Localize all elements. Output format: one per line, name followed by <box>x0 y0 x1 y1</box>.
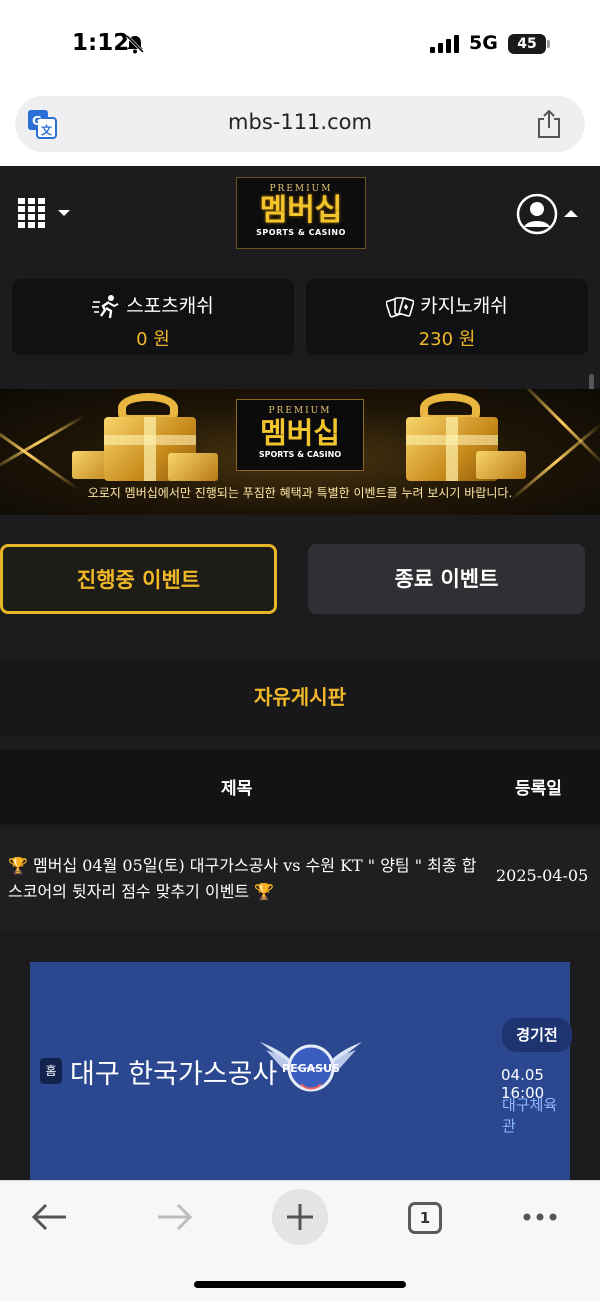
casino-cash-amount: 230 원 <box>418 329 476 350</box>
battery-icon: 45 <box>508 34 546 54</box>
gift-box-small <box>168 453 218 481</box>
table-header: 제목 등록일 <box>0 750 600 824</box>
column-date: 등록일 <box>515 779 562 799</box>
grid-menu-icon[interactable] <box>18 198 70 228</box>
banner-logo-premium: PREMIUM <box>268 406 332 416</box>
playing-cards-icon <box>386 296 415 318</box>
sports-cash-title: 스포츠캐쉬 <box>12 291 294 320</box>
url-text[interactable]: mbs-111.com <box>15 110 585 134</box>
sports-cash-card[interactable]: 스포츠캐쉬 0 원 <box>12 279 294 355</box>
casino-cash-title: 카지노캐쉬 <box>306 291 588 320</box>
match-image: 홈 대구 한국가스공사 PEGASUS 경기전 04.05 16:00 대구체육… <box>30 962 572 1180</box>
site-content: PREMIUM 멤버십 SPORTS & CASINO 스포츠캐쉬 0 원 카지… <box>0 166 600 1180</box>
emblem-text: PEGASUS <box>282 1062 340 1075</box>
home-indicator[interactable] <box>194 1281 406 1288</box>
post-subject[interactable]: 🏆 멤버십 04월 05일(토) 대구가스공사 vs 수원 KT " 양팀 " … <box>8 853 478 905</box>
banner-tagline: 오로지 멤버십에서만 진행되는 푸짐한 혜택과 특별한 이벤트를 누려 보시기 … <box>87 486 513 500</box>
sports-cash-label: 스포츠캐쉬 <box>126 295 214 317</box>
new-tab-plus-icon[interactable] <box>272 1189 328 1245</box>
gift-box-small <box>476 451 526 479</box>
column-subject: 제목 <box>221 779 253 799</box>
light-streak <box>518 389 600 467</box>
banner-logo-brand: 멤버십 <box>259 416 341 450</box>
table-row[interactable]: 🏆 멤버십 04월 05일(토) 대구가스공사 vs 수원 KT " 양팀 " … <box>0 829 600 931</box>
logo-sub: SPORTS & CASINO <box>256 228 346 237</box>
sports-cash-amount: 0 원 <box>136 329 170 350</box>
promo-banner[interactable]: PREMIUM 멤버십 SPORTS & CASINO 오로지 멤버십에서만 진… <box>0 389 600 515</box>
casino-cash-card[interactable]: 카지노캐쉬 230 원 <box>306 279 588 355</box>
tab-ongoing-events[interactable]: 진행중 이벤트 <box>0 544 277 614</box>
post-date: 2025-04-05 <box>496 866 589 885</box>
banner-logo: PREMIUM 멤버십 SPORTS & CASINO <box>236 399 364 471</box>
home-badge: 홈 <box>40 1058 62 1084</box>
address-bar[interactable]: G 文 mbs-111.com <box>15 96 585 152</box>
more-options-icon[interactable] <box>514 1195 568 1239</box>
match-venue: 대구체육관 <box>502 1096 558 1135</box>
team-name: 대구 한국가스공사 <box>70 1059 278 1090</box>
running-person-icon <box>92 294 119 318</box>
silent-bell-icon <box>125 34 145 54</box>
status-bar: 1:12 5G 45 <box>0 0 600 88</box>
logo-brand: 멤버십 <box>259 193 343 228</box>
battery-cap <box>547 40 550 48</box>
back-arrow-icon[interactable] <box>22 1195 76 1239</box>
forward-arrow-icon[interactable] <box>148 1195 202 1239</box>
pegasus-emblem-icon: PEGASUS <box>260 1042 362 1092</box>
share-icon[interactable] <box>535 109 563 139</box>
cellular-signal-icon <box>430 35 459 53</box>
status-time: 1:12 <box>72 30 130 56</box>
user-account-icon[interactable] <box>516 193 580 235</box>
casino-cash-label: 카지노캐쉬 <box>420 295 508 317</box>
tab-ended-events[interactable]: 종료 이벤트 <box>308 544 585 614</box>
match-stage-badge: 경기전 <box>502 1018 572 1052</box>
banner-logo-sub: SPORTS & CASINO <box>258 450 342 459</box>
tab-switcher-button[interactable]: 1 <box>408 1202 442 1234</box>
site-logo[interactable]: PREMIUM 멤버십 SPORTS & CASINO <box>236 177 366 249</box>
browser-toolbar: 1 <box>0 1180 600 1301</box>
network-type: 5G <box>469 32 498 54</box>
board-title: 자유게시판 <box>0 658 600 736</box>
